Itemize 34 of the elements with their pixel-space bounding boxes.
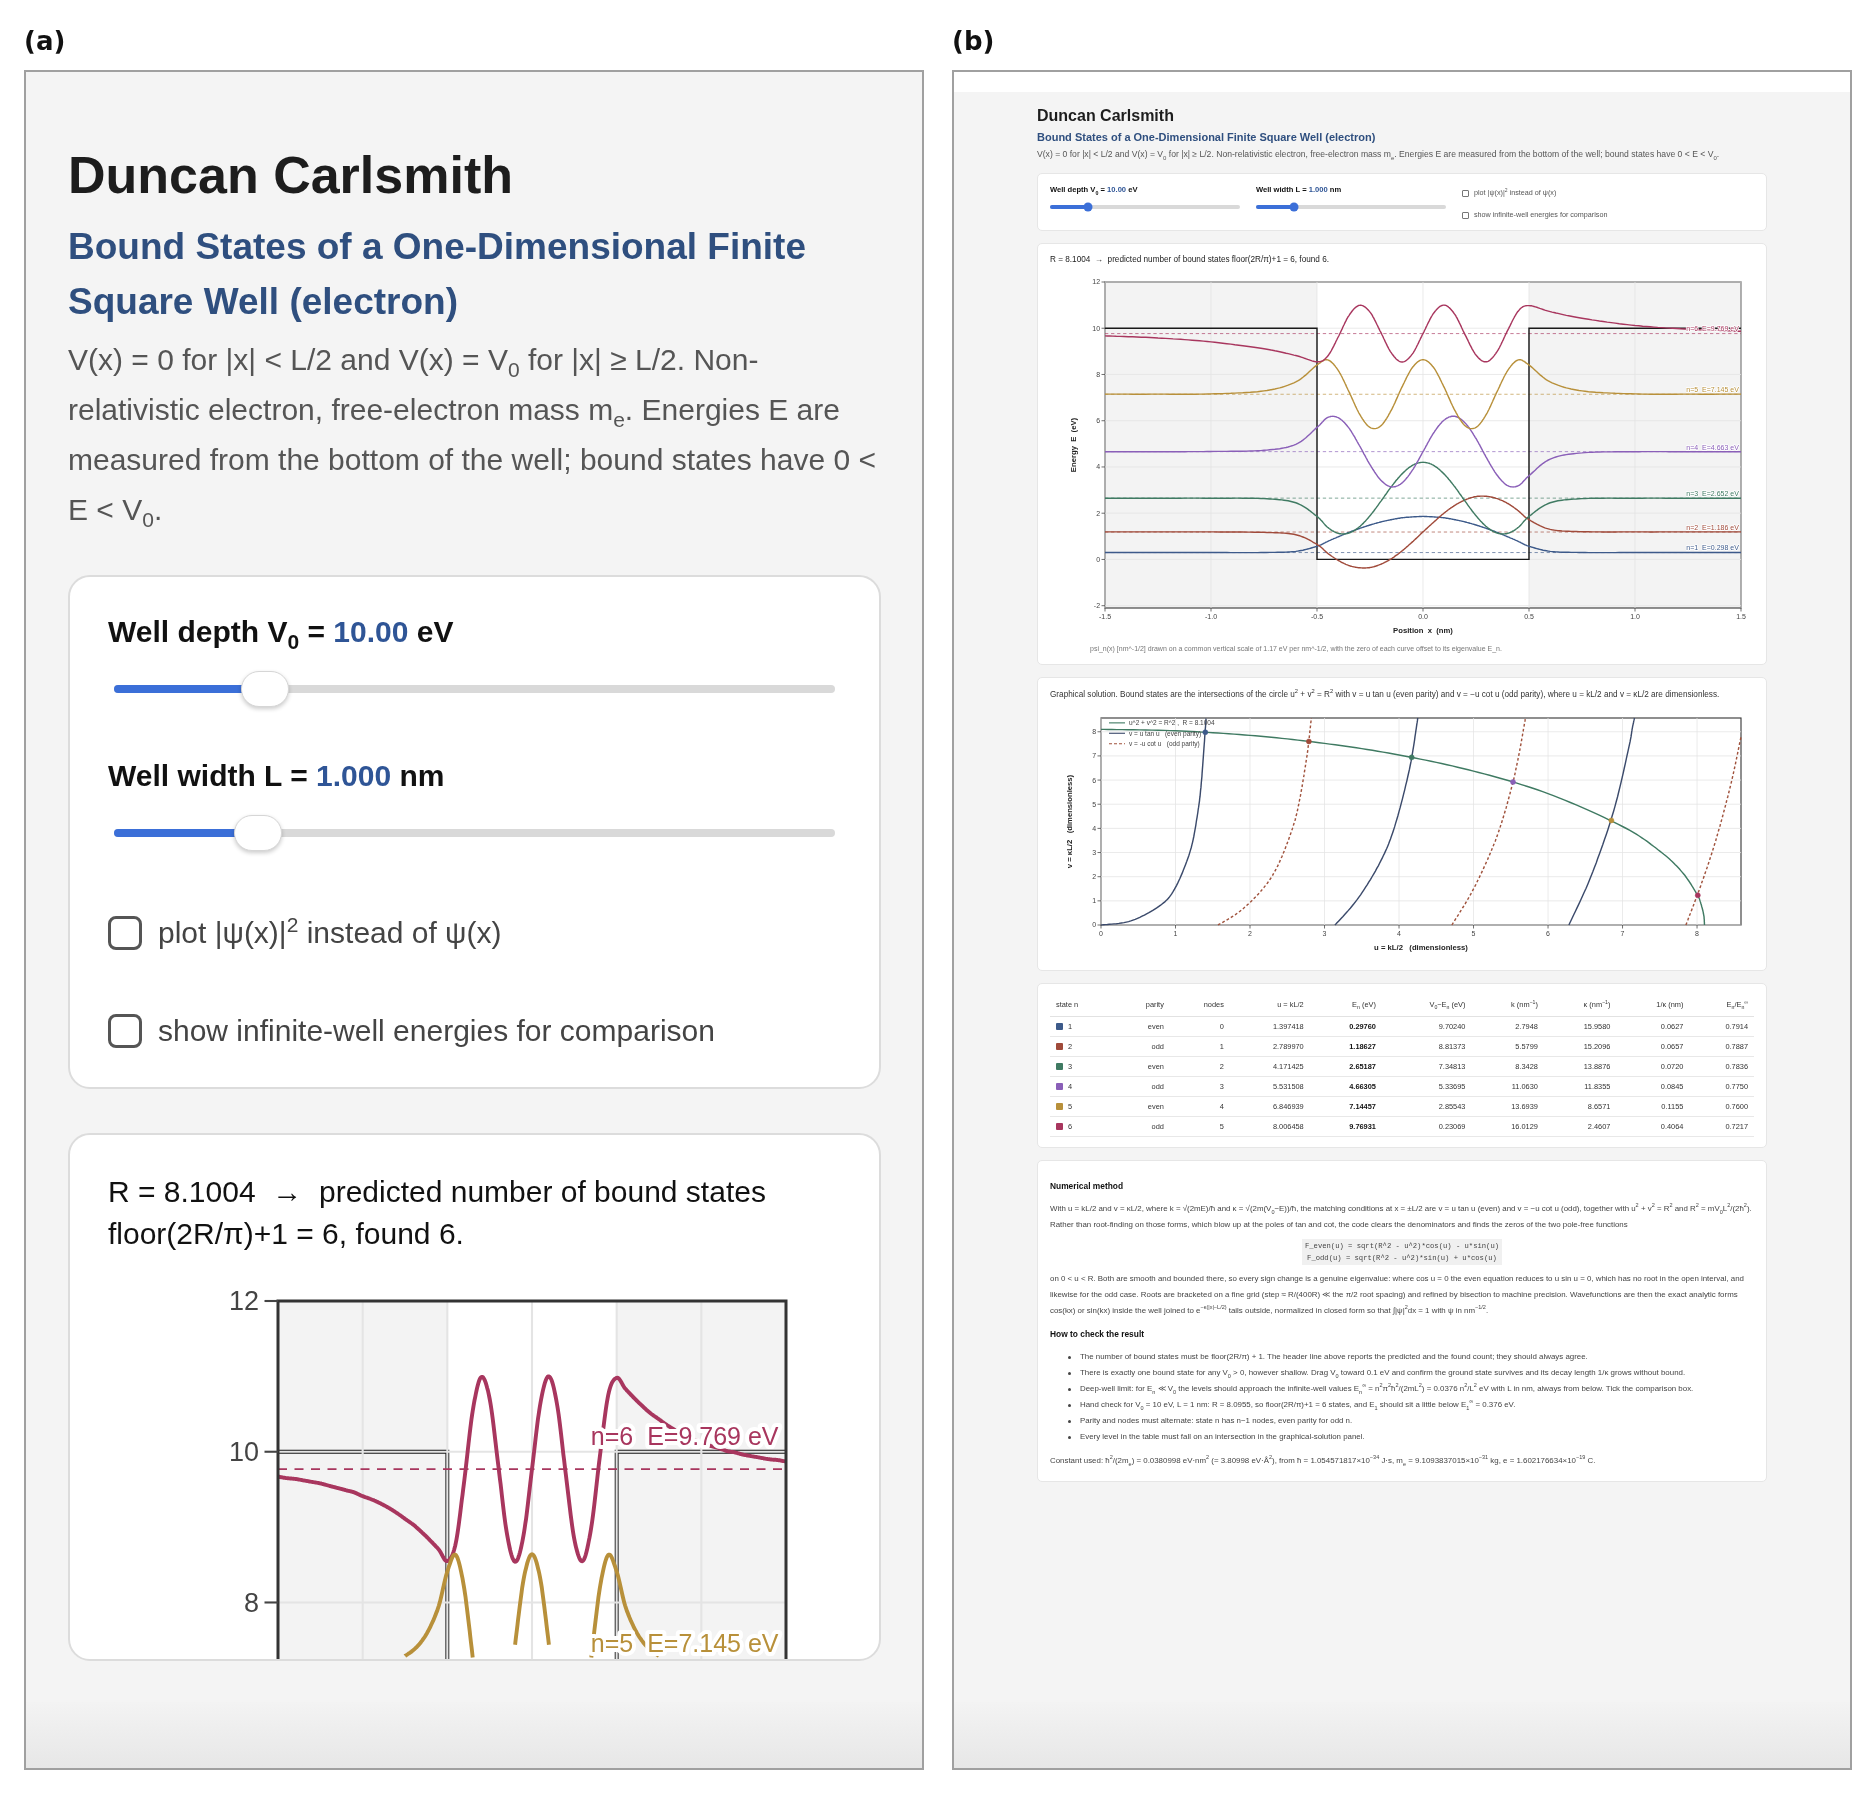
checkbox[interactable] xyxy=(1462,211,1469,219)
page-title: Bound States of a One-Dimensional Finite Square Well (electron) xyxy=(68,225,807,324)
bullet-icon xyxy=(1068,1404,1071,1407)
slider-label: Well depth V$_{0}$ = 10.00 eV xyxy=(108,614,455,651)
slider[interactable] xyxy=(1050,202,1240,212)
panel-label: (a) xyxy=(24,26,67,58)
section-heading: Numerical method xyxy=(1050,1181,1125,1191)
checkbox[interactable] xyxy=(108,1014,142,1048)
bound-state-summary: R = 8.1004 → predicted number of bound states floor(2R/π)+1 = 6, found 6. xyxy=(1050,254,1330,266)
panel-label: (b) xyxy=(952,26,996,58)
solution-description: Graphical solution. Bound states are the intersections of the circle u$^{2}$ + v$^{2}$ = R$^{2}$ with v = u tan u (even parity) and v = −u cot u (odd parity), where u = kL/2 and v = κL/2 are dimensionless. xyxy=(1050,688,1721,701)
slider[interactable] xyxy=(114,813,835,853)
bound-state-summary: R = 8.1004 → predicted number of bound states floor(2R/π)+1 = 6, found 6. xyxy=(108,1174,767,1252)
checkbox-label: plot |ψ(x)|$^{2}$ instead of ψ(x) xyxy=(158,913,502,951)
slider[interactable] xyxy=(114,669,835,709)
bullet-icon xyxy=(1068,1372,1071,1375)
slider[interactable] xyxy=(1256,202,1446,212)
y-tick-label: 8 xyxy=(244,1587,260,1618)
section-heading: How to check the result xyxy=(1050,1329,1145,1339)
page-title: Bound States of a One-Dimensional Finite Square Well (electron) xyxy=(1037,130,1377,145)
bullet-icon xyxy=(1068,1436,1071,1439)
bullet-icon xyxy=(1068,1420,1071,1423)
bullet-icon xyxy=(1068,1388,1071,1391)
checkbox[interactable] xyxy=(108,916,142,950)
author-name: Duncan Carlsmith xyxy=(68,145,514,206)
y-tick-label: 12 xyxy=(229,1286,260,1317)
y-tick-label: 10 xyxy=(229,1437,260,1468)
bullet-icon xyxy=(1068,1356,1071,1359)
author-name: Duncan Carlsmith xyxy=(1037,106,1175,126)
slider-label: Well width L = 1.000 nm xyxy=(108,758,446,794)
description: V(x) = 0 for |x| < L/2 and V(x) = V$_{0}$ for |x| ≥ L/2. Non-relativistic electron, free-electron mass m$_{e}$. Energies E are measured from the bottom of the well; bound states have 0 < E < V$_{0}$. xyxy=(68,342,877,533)
description: V(x) = 0 for |x| < L/2 and V(x) = V$_{0}$ for |x| ≥ L/2. Non-relativistic electron, free-electron mass m$_{e}$. Energies E are measured from the bottom of the well; bound states have 0 < E < V$_{0}$. xyxy=(1037,148,1721,161)
checkbox[interactable] xyxy=(1462,189,1469,197)
checkbox-label: show infinite-well energies for comparison xyxy=(158,1013,715,1049)
